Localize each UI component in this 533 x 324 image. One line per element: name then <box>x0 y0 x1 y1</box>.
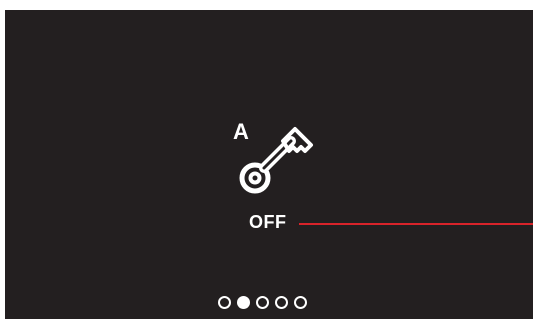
page-dot-3[interactable] <box>256 295 269 309</box>
status-indicator-line <box>299 223 533 225</box>
page-indicator <box>218 294 313 310</box>
key-icon: A <box>233 120 323 200</box>
display-screen: A OFF <box>5 10 533 319</box>
key-letter: A <box>233 119 249 144</box>
status-label: OFF <box>249 212 287 232</box>
page-dot-4[interactable] <box>275 295 288 309</box>
page-dot-2-active[interactable] <box>237 295 250 309</box>
page-dot-5[interactable] <box>294 295 307 309</box>
page-dot-1[interactable] <box>218 295 231 309</box>
